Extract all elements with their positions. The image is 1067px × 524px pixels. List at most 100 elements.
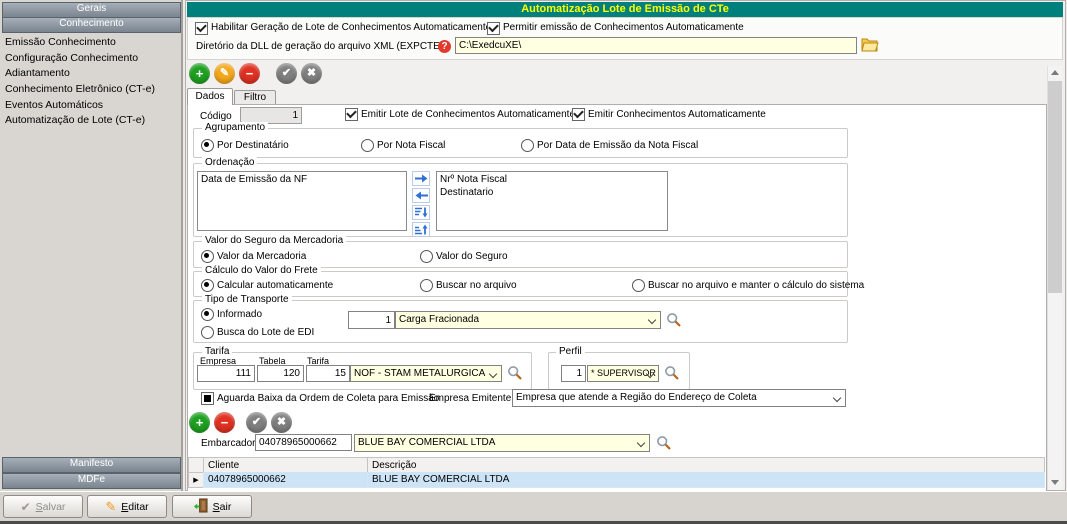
sidebar-item-automatizacao-lote[interactable]: Automatização de Lote (CT-e) <box>5 113 180 129</box>
search-icon[interactable] <box>656 435 672 451</box>
scroll-up-icon[interactable] <box>1048 66 1062 80</box>
help-icon[interactable]: ? <box>438 40 451 53</box>
sidebar-menu: Emissão Conhecimento Configuração Conhec… <box>5 35 180 129</box>
aguarda-baixa-checkbox[interactable] <box>201 392 214 405</box>
valor-seguro-radio[interactable] <box>420 250 433 263</box>
emitir-lote-checkbox[interactable] <box>345 108 358 121</box>
habilitar-geracao-label: Habilitar Geração de Lote de Conheciment… <box>211 22 491 33</box>
grid-col-cliente[interactable]: Cliente <box>203 457 368 473</box>
buscar-no-arquivo-label: Buscar no arquivo <box>436 280 517 291</box>
habilitar-geracao-checkbox[interactable] <box>195 22 208 35</box>
ordenacao-available-listbox[interactable]: Data de Emissão da NF <box>197 171 407 231</box>
sidebar-header-manifesto[interactable]: Manifesto <box>2 457 181 473</box>
buscar-no-arquivo-radio[interactable] <box>420 279 433 292</box>
move-left-icon[interactable] <box>412 188 430 203</box>
emitir-conhecimentos-checkbox[interactable] <box>572 108 585 121</box>
sidebar-header-mdfe[interactable]: MDFe <box>2 473 181 489</box>
tab-dados[interactable]: Dados <box>187 88 233 105</box>
permitir-emissao-checkbox[interactable] <box>487 22 500 35</box>
calcular-automaticamente-radio[interactable] <box>201 279 214 292</box>
aguarda-baixa-label: Aguarda Baixa da Ordem de Coleta para Em… <box>217 393 439 404</box>
embarcador-label: Embarcador <box>201 438 255 449</box>
calcular-automaticamente-label: Calcular automaticamente <box>217 280 333 291</box>
add-embarcador-button[interactable]: + <box>189 412 210 433</box>
chevron-down-icon <box>648 316 656 324</box>
sort-down-icon[interactable] <box>412 205 430 220</box>
tarifa-tarifa-input[interactable] <box>306 365 350 382</box>
embarcador-combo[interactable]: BLUE BAY COMERCIAL LTDA <box>354 434 650 452</box>
editar-label: Editar <box>121 501 148 513</box>
permitir-emissao-label: Permitir emissão de Conhecimentos Automa… <box>503 22 744 33</box>
tarifa-empresa-input[interactable] <box>197 365 255 382</box>
diretorio-dll-input[interactable] <box>455 37 857 54</box>
tipo-transporte-value: Carga Fracionada <box>399 314 479 325</box>
sidebar-item-adiantamento[interactable]: Adiantamento <box>5 66 180 82</box>
cancel-embarcador-button[interactable]: ✖ <box>271 412 292 433</box>
move-right-icon[interactable] <box>412 171 430 186</box>
list-item[interactable]: Nrº Nota Fiscal <box>440 173 664 186</box>
sidebar: Gerais Conhecimento Emissão Conhecimento… <box>0 0 183 491</box>
empresa-emitente-label: Empresa Emitente: <box>429 393 514 404</box>
informado-label: Informado <box>217 309 262 320</box>
grid-col-descricao[interactable]: Descrição <box>367 457 1045 473</box>
tipo-transporte-title: Tipo de Transporte <box>202 294 292 305</box>
list-item[interactable]: Destinatario <box>440 186 664 199</box>
editar-button[interactable]: ✎ Editar <box>87 495 167 518</box>
perfil-combo[interactable]: * SUPERVISOR <box>587 365 659 382</box>
confirm-button[interactable]: ✔ <box>276 63 297 84</box>
search-icon[interactable] <box>664 365 680 381</box>
sidebar-item-eventos-automaticos[interactable]: Eventos Automáticos <box>5 98 180 114</box>
sidebar-header-gerais[interactable]: Gerais <box>2 2 181 18</box>
sidebar-header-conhecimento[interactable]: Conhecimento <box>2 17 181 33</box>
ordenacao-chosen-listbox[interactable]: Nrº Nota Fiscal Destinatario <box>436 171 668 231</box>
salvar-button[interactable]: ✔ Salvar <box>3 495 83 518</box>
agrupamento-por-nota-fiscal-radio[interactable] <box>361 139 374 152</box>
agrupamento-por-nota-fiscal-label: Por Nota Fiscal <box>377 140 445 151</box>
embarcador-value: BLUE BAY COMERCIAL LTDA <box>358 437 495 448</box>
valor-seguro-title: Valor do Seguro da Mercadoria <box>202 235 346 246</box>
remove-embarcador-button[interactable]: − <box>214 412 235 433</box>
edit-button[interactable]: ✎ <box>214 63 235 84</box>
cancel-button[interactable]: ✖ <box>301 63 322 84</box>
search-icon[interactable] <box>507 365 523 381</box>
perfil-codigo-input[interactable] <box>561 365 586 382</box>
agrupamento-por-data-emissao-label: Por Data de Emissão da Nota Fiscal <box>537 140 698 151</box>
vertical-scrollbar[interactable] <box>1047 66 1062 490</box>
embarcador-codigo-input[interactable] <box>255 434 352 451</box>
salvar-label: Salvar <box>36 501 66 513</box>
scrollbar-thumb[interactable] <box>1048 81 1062 293</box>
grid-row-cliente[interactable]: 04078965000662 <box>203 472 368 488</box>
search-icon[interactable] <box>666 312 682 328</box>
folder-open-icon[interactable] <box>861 37 879 55</box>
remove-button[interactable]: − <box>239 63 260 84</box>
agrupamento-title: Agrupamento <box>202 122 268 133</box>
sidebar-item-emissao-conhecimento[interactable]: Emissão Conhecimento <box>5 35 180 51</box>
sort-up-icon[interactable] <box>412 222 430 237</box>
empresa-emitente-combo[interactable]: Empresa que atende a Região do Endereço … <box>512 389 846 407</box>
tipo-transporte-codigo-input[interactable] <box>348 311 395 329</box>
empresa-emitente-value: Empresa que atende a Região do Endereço … <box>516 392 757 403</box>
agrupamento-por-destinatario-radio[interactable] <box>201 139 214 152</box>
add-button[interactable]: + <box>189 63 210 84</box>
tarifa-combo[interactable]: NOF - STAM METALURGICA <box>350 365 502 382</box>
agrupamento-por-data-emissao-radio[interactable] <box>521 139 534 152</box>
list-item[interactable]: Data de Emissão da NF <box>201 173 403 186</box>
sidebar-item-configuracao-conhecimento[interactable]: Configuração Conhecimento <box>5 51 180 67</box>
tarifa-tabela-input[interactable] <box>257 365 304 382</box>
sair-button[interactable]: Sair <box>172 495 252 518</box>
busca-lote-edi-radio[interactable] <box>201 326 214 339</box>
sidebar-item-conhecimento-eletronico[interactable]: Conhecimento Eletrônico (CT-e) <box>5 82 180 98</box>
edit-pencil-icon: ✎ <box>105 499 116 515</box>
grid-row-descricao[interactable]: BLUE BAY COMERCIAL LTDA <box>367 472 1045 488</box>
informado-radio[interactable] <box>201 308 214 321</box>
tab-filtro[interactable]: Filtro <box>234 90 276 105</box>
scroll-down-icon[interactable] <box>1048 475 1062 489</box>
chevron-down-icon <box>833 394 841 402</box>
confirm-embarcador-button[interactable]: ✔ <box>246 412 267 433</box>
page-title: Automatização Lote de Emissão de CTe <box>187 2 1063 17</box>
tarifa-value: NOF - STAM METALURGICA <box>354 368 485 379</box>
valor-mercadoria-radio[interactable] <box>201 250 214 263</box>
tipo-transporte-combo[interactable]: Carga Fracionada <box>395 311 661 329</box>
buscar-manter-calculo-radio[interactable] <box>632 279 645 292</box>
buscar-manter-calculo-label: Buscar no arquivo e manter o cálculo do … <box>648 280 864 291</box>
